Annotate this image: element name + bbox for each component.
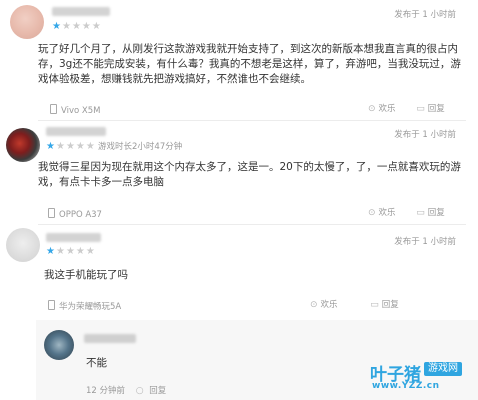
avatar[interactable] xyxy=(44,330,74,360)
star-icon: ★ xyxy=(65,246,76,257)
device-label: Vivo X5M xyxy=(50,104,101,116)
device-name: Vivo X5M xyxy=(61,106,101,116)
post-time: 发布于 1 小时前 xyxy=(394,130,456,140)
star-icon: ★ xyxy=(81,21,92,32)
star-icon: ★ xyxy=(91,21,102,32)
like-label: 欢乐 xyxy=(320,300,338,310)
comment-actions: ⊙ 欢乐 ▭ 回复 xyxy=(310,300,399,310)
reply-button[interactable]: ▭ 回复 xyxy=(370,300,399,310)
like-button[interactable]: ⊙ 欢乐 xyxy=(368,104,396,114)
like-icon: ⊙ xyxy=(368,104,376,114)
avatar[interactable] xyxy=(10,5,44,39)
reply-label: 回复 xyxy=(427,104,445,114)
device-name: OPPO A37 xyxy=(59,210,102,220)
divider xyxy=(38,224,466,225)
star-icon: ★ xyxy=(85,141,96,152)
reply-time: 12 分钟前 xyxy=(86,386,126,396)
star-icon: ★ xyxy=(75,141,86,152)
like-label: 欢乐 xyxy=(378,208,396,218)
star-icon: ★ xyxy=(71,21,82,32)
username-blurred[interactable] xyxy=(46,127,106,136)
rating-stars: ★★★★★ xyxy=(52,22,102,32)
comment-body: 玩了好几个月了，从刚发行这款游戏我就开始支持了，到这次的新版本想我直言真的很占内… xyxy=(38,43,461,85)
post-time: 发布于 1 小时前 xyxy=(394,237,456,247)
phone-icon xyxy=(48,300,55,310)
star-icon: ★ xyxy=(61,21,72,32)
rating-stars: ★★★★★ xyxy=(46,247,96,257)
watermark-url: www.YZZ.cn xyxy=(372,381,440,391)
username-blurred[interactable] xyxy=(46,233,101,242)
avatar[interactable] xyxy=(6,228,40,262)
star-icon: ★ xyxy=(52,21,62,32)
post-time: 发布于 1 小时前 xyxy=(394,10,456,20)
comment-body: 我觉得三星因为现在就用这个内存太多了，这是一。20下的太慢了，了，一点就喜欢玩的… xyxy=(38,161,461,188)
reply-icon: ▭ xyxy=(416,104,425,114)
avatar[interactable] xyxy=(6,128,40,162)
device-name: 华为荣耀畅玩5A xyxy=(59,302,122,312)
playtime: 游戏时长2小时47分钟 xyxy=(98,142,183,152)
phone-icon xyxy=(48,208,55,218)
reply-button[interactable]: ▭ 回复 xyxy=(416,104,445,114)
divider xyxy=(38,120,466,121)
phone-icon xyxy=(50,104,57,114)
device-label: 华为荣耀畅玩5A xyxy=(48,300,121,312)
star-icon: ★ xyxy=(46,246,56,257)
watermark-badge: 游戏网 xyxy=(424,362,462,376)
star-icon: ★ xyxy=(55,246,66,257)
reply-body: 不能 xyxy=(86,357,107,369)
reply-label: 回复 xyxy=(427,208,445,218)
username-blurred[interactable] xyxy=(52,7,110,16)
comment-icon: ○ xyxy=(135,386,144,396)
rating-stars: ★★★★★ xyxy=(46,142,96,152)
star-icon: ★ xyxy=(55,141,66,152)
star-icon: ★ xyxy=(75,246,86,257)
comment-actions: ⊙ 欢乐 ▭ 回复 xyxy=(368,104,445,114)
like-label: 欢乐 xyxy=(378,104,396,114)
like-icon: ⊙ xyxy=(310,300,318,310)
reply-action[interactable]: 回复 xyxy=(149,386,166,396)
device-label: OPPO A37 xyxy=(48,208,102,220)
reply-icon: ▭ xyxy=(370,300,379,310)
comment-actions: ⊙ 欢乐 ▭ 回复 xyxy=(368,208,445,218)
reply-meta: 12 分钟前 ○ 回复 xyxy=(86,386,166,396)
star-icon: ★ xyxy=(65,141,76,152)
star-icon: ★ xyxy=(46,141,56,152)
like-button[interactable]: ⊙ 欢乐 xyxy=(368,208,396,218)
star-icon: ★ xyxy=(85,246,96,257)
reply-icon: ▭ xyxy=(416,208,425,218)
like-icon: ⊙ xyxy=(368,208,376,218)
reply-label: 回复 xyxy=(381,300,399,310)
like-button[interactable]: ⊙ 欢乐 xyxy=(310,300,338,310)
username-blurred[interactable] xyxy=(84,334,136,343)
reply-button[interactable]: ▭ 回复 xyxy=(416,208,445,218)
comment-body: 我这手机能玩了吗 xyxy=(44,269,128,281)
